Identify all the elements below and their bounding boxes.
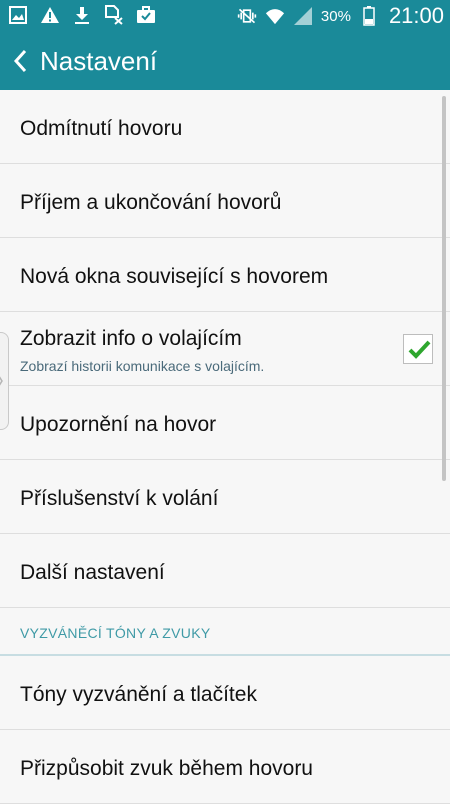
setting-ringtones-keypad-tones[interactable]: Tóny vyzvánění a tlačítek [0, 656, 450, 730]
list-item-label: Tóny vyzvánění a tlačítek [20, 683, 257, 706]
gallery-icon [8, 5, 28, 25]
download-icon [72, 5, 92, 25]
back-arrow-icon[interactable] [12, 48, 30, 74]
list-item-label: Přizpůsobit zvuk během hovoru [20, 757, 313, 780]
list-item-label: Zobrazit info o volajícím [20, 327, 242, 350]
list-item-label: Nová okna související s hovorem [20, 265, 329, 288]
setting-show-caller-info[interactable]: Zobrazit info o volajícím Zobrazí histor… [0, 312, 450, 386]
setting-call-accessories[interactable]: Příslušenství k volání [0, 460, 450, 534]
list-item-label: Příjem a ukončování hovorů [20, 191, 282, 214]
vibrate-mute-icon [237, 6, 257, 26]
checkmark-icon [408, 340, 431, 359]
battery-icon [359, 6, 379, 26]
sim-card-off-icon [104, 5, 124, 25]
section-header-ringtones: VYZVÁNĚCÍ TÓNY A ZVUKY [0, 608, 450, 656]
side-panel-handle[interactable] [0, 332, 9, 430]
battery-percent: 30% [320, 7, 351, 25]
list-item-label: Odmítnutí hovoru [20, 117, 183, 140]
chevron-right-icon [0, 376, 3, 386]
scrollbar[interactable] [442, 96, 446, 481]
show-caller-info-checkbox[interactable] [403, 334, 433, 364]
wifi-icon [265, 6, 285, 26]
setting-call-popups[interactable]: Nová okna související s hovorem [0, 238, 450, 312]
signal-icon [293, 6, 313, 26]
app-bar: Nastavení [0, 32, 450, 90]
list-item-label: Příslušenství k volání [20, 487, 219, 510]
clock: 21:00 [388, 3, 444, 28]
setting-call-alerts[interactable]: Upozornění na hovor [0, 386, 450, 460]
warning-icon [40, 5, 60, 25]
setting-answering-ending-calls[interactable]: Příjem a ukončování hovorů [0, 164, 450, 238]
setting-more-settings[interactable]: Další nastavení [0, 534, 450, 608]
settings-list: Odmítnutí hovoru Příjem a ukončování hov… [0, 90, 450, 804]
briefcase-check-icon [136, 5, 156, 25]
setting-personalize-call-sound[interactable]: Přizpůsobit zvuk během hovoru [0, 730, 450, 804]
list-item-label: Upozornění na hovor [20, 413, 217, 436]
section-label: VYZVÁNĚCÍ TÓNY A ZVUKY [20, 625, 211, 641]
list-item-label: Další nastavení [20, 561, 165, 584]
setting-call-rejection[interactable]: Odmítnutí hovoru [0, 90, 450, 164]
status-bar: 30% 21:00 [0, 0, 450, 32]
page-title[interactable]: Nastavení [40, 46, 157, 77]
list-item-description: Zobrazí historii komunikace s volajícím. [20, 358, 265, 374]
